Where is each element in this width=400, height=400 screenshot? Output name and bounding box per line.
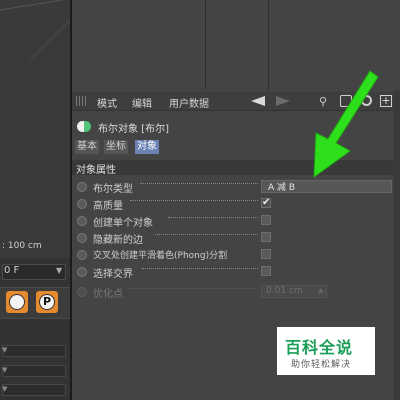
select-intersection-checkbox[interactable] [261,266,271,276]
param-field-3-arrow: ▼ [2,385,8,393]
3d-viewport[interactable]: : 100 cm [0,0,70,258]
menu-edit[interactable]: 编辑 [132,95,152,110]
section-title: 对象属性 [76,165,116,176]
tab-coord[interactable]: 坐标 [104,140,128,154]
single-object-checkbox[interactable] [261,215,271,225]
menu-mode[interactable]: 模式 [97,95,117,110]
param-field-1[interactable] [2,345,66,357]
stepper-arrows-icon: ▲ [318,286,324,294]
tab-object[interactable]: 对象 [135,140,159,154]
optimize-points-value: 0.01 cm [266,286,303,296]
leader-dots [140,182,258,184]
hide-edges-checkbox[interactable] [261,232,271,242]
tab-basic[interactable]: 基本 [75,140,99,154]
prop-label-single-object: 创建单个对象 [93,218,153,229]
column-divider [205,0,206,90]
column-divider [268,0,269,90]
attribute-scrollbar[interactable] [394,90,400,400]
leader-dots [142,267,258,269]
watermark-title: 百科全说 [285,338,354,357]
object-title: 布尔对象 [布尔] [98,124,169,135]
param-field-1-arrow: ▼ [2,346,8,354]
leader-dots [130,199,258,201]
param-field-2-arrow: ▼ [2,366,8,374]
param-field-3[interactable] [2,384,66,396]
param-field-2[interactable] [2,365,66,377]
record-icon [9,294,25,310]
viewport-grid [0,0,70,61]
leader-dots [168,216,258,218]
animate-radio-hide-edges[interactable] [77,233,87,243]
grid-units-label: : 100 cm [2,241,42,251]
animate-radio-single-object[interactable] [77,216,87,226]
prop-label-hide-edges: 隐藏新的边 [93,235,143,246]
prop-label-optimize-points: 优化点 [93,289,123,300]
panel-grip-icon[interactable] [76,96,88,106]
frame-value: 0 F [4,265,20,276]
leader-dots [155,233,258,235]
menu-user-data[interactable]: 用户数据 [169,95,209,110]
phong-split-checkbox[interactable] [261,249,271,259]
animate-radio-optimize-points [77,287,87,297]
p-icon: P [39,294,55,310]
high-quality-checkbox[interactable]: ✔ [261,198,271,208]
boolean-object-icon [77,121,91,132]
boolean-type-value: A 减 B [268,183,296,193]
leader-dots [130,287,258,289]
prop-label-select-intersection: 选择交界 [93,269,133,280]
animate-radio-boolean-type[interactable] [77,182,87,192]
keyframe-button[interactable]: P [36,291,58,313]
animate-radio-phong-split[interactable] [77,250,87,260]
frame-dropdown-arrow[interactable]: ▼ [56,266,62,275]
prop-label-phong-split: 交叉处创建平滑着色(Phong)分割 [93,251,228,261]
add-icon[interactable]: + [380,95,392,107]
arrow-right-icon[interactable] [276,96,290,106]
prop-label-high-quality: 高质量 [93,201,123,212]
prop-label-boolean-type: 布尔类型 [93,184,133,195]
animate-radio-select-intersection[interactable] [77,267,87,277]
autokey-button[interactable] [6,291,28,313]
arrow-left-icon[interactable] [251,96,265,106]
animate-radio-high-quality[interactable] [77,199,87,209]
watermark-subtitle: 助你轻松解决 [291,360,352,370]
annotation-arrow-icon [313,70,379,179]
